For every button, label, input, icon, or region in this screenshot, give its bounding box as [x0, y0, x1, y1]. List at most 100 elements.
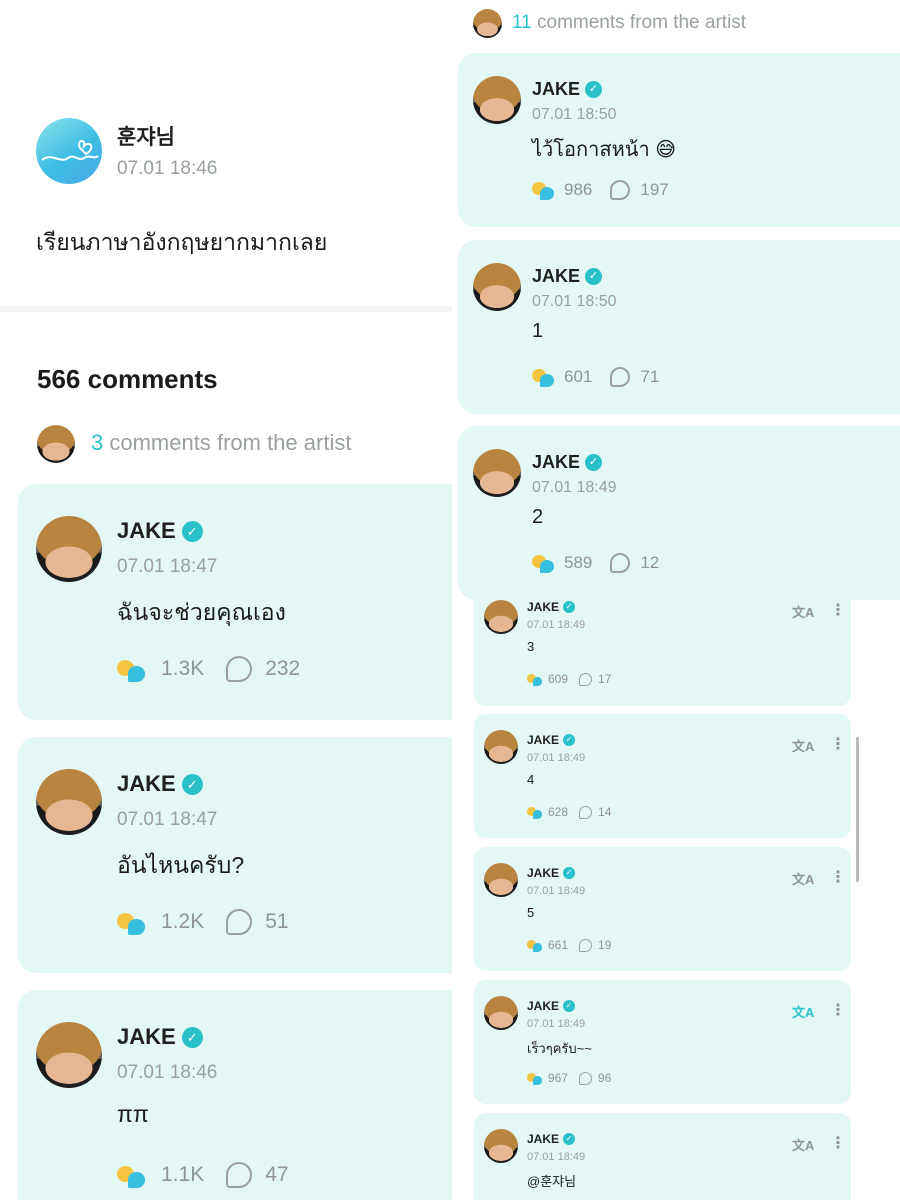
comment-time: 07.01 18:49 [532, 479, 617, 496]
comment-text: ไว้โอกาสหน้า 😅 [532, 139, 677, 161]
comment-author-name: JAKE [527, 1132, 560, 1146]
comment-author[interactable]: JAKE ✓ [532, 452, 603, 473]
comment-author[interactable]: JAKE ✓ [527, 866, 576, 880]
verified-icon: ✓ [563, 601, 576, 613]
reply-icon[interactable] [610, 179, 631, 200]
artist-avatar[interactable] [473, 263, 521, 311]
comment-author-name: JAKE [532, 79, 581, 99]
more-options-icon[interactable]: ⋮ [830, 734, 846, 754]
reply-icon[interactable] [579, 938, 593, 952]
artist-avatar[interactable] [484, 730, 518, 764]
comment-author[interactable]: JAKE ✓ [527, 999, 576, 1013]
artist-comments-label: comments from the artist [537, 12, 747, 33]
like-icon[interactable] [527, 805, 542, 819]
artist-avatar[interactable] [36, 769, 102, 835]
comment-card[interactable]: JAKE ✓ 07.01 18:49 2 589 12 [458, 426, 900, 600]
comment-author-name: JAKE [527, 733, 560, 747]
translate-icon[interactable]: 文A [792, 602, 814, 621]
like-icon[interactable] [527, 672, 542, 686]
comment-card[interactable]: JAKE ✓ 07.01 18:49 4 628 14 文A ⋮ [474, 714, 851, 838]
comment-author[interactable]: JAKE ✓ [117, 518, 203, 544]
reply-icon[interactable] [610, 552, 631, 573]
post-author-name[interactable]: 훈쟈님 [117, 121, 175, 151]
like-icon[interactable] [117, 909, 145, 936]
artist-avatar[interactable] [484, 1129, 518, 1163]
translate-icon[interactable]: 文A [792, 1002, 814, 1021]
artist-comments-link[interactable]: 11 comments from the artist [512, 12, 746, 34]
reply-count: 71 [640, 366, 660, 386]
reply-count: 96 [598, 1071, 612, 1085]
reply-icon[interactable] [226, 656, 253, 682]
artist-avatar[interactable] [484, 863, 518, 897]
artist-comments-link[interactable]: 3 comments from the artist [91, 430, 351, 456]
comment-author[interactable]: JAKE ✓ [532, 266, 603, 287]
comment-card[interactable]: JAKE ✓ 07.01 18:49 @훈쟈님 文A ⋮ [474, 1113, 851, 1200]
comment-card[interactable]: JAKE ✓ 07.01 18:49 3 609 17 文A ⋮ [474, 600, 851, 706]
like-icon[interactable] [527, 938, 542, 952]
more-options-icon[interactable]: ⋮ [830, 1133, 846, 1153]
verified-icon: ✓ [181, 1026, 203, 1048]
scrollbar[interactable] [856, 737, 859, 882]
translate-icon[interactable]: 文A [792, 869, 814, 888]
like-count: 609 [548, 672, 569, 686]
more-options-icon[interactable]: ⋮ [830, 600, 846, 620]
reply-icon[interactable] [579, 672, 593, 686]
like-count: 1.3K [161, 657, 205, 680]
translate-icon[interactable]: 文A [792, 1135, 814, 1154]
artist-avatar[interactable] [36, 1022, 102, 1088]
like-icon[interactable] [527, 1071, 542, 1085]
like-icon[interactable] [117, 1162, 145, 1189]
verified-icon: ✓ [181, 520, 203, 542]
comment-author[interactable]: JAKE ✓ [527, 600, 576, 614]
reply-icon[interactable] [579, 1071, 593, 1085]
comment-author[interactable]: JAKE ✓ [117, 771, 203, 797]
like-count: 1.1K [161, 1163, 205, 1186]
like-icon[interactable] [532, 179, 554, 200]
comment-author[interactable]: JAKE ✓ [527, 733, 576, 747]
verified-icon: ✓ [563, 734, 576, 746]
comment-author-name: JAKE [532, 452, 581, 472]
comment-author[interactable]: JAKE ✓ [527, 1132, 576, 1146]
artist-comments-label: comments from the artist [109, 430, 352, 455]
artist-avatar[interactable] [484, 600, 518, 634]
like-icon[interactable] [117, 656, 145, 683]
artist-avatar[interactable] [36, 516, 102, 582]
comment-stats: 1.2K 51 [117, 909, 289, 936]
comment-card[interactable]: JAKE ✓ 07.01 18:50 ไว้โอกาสหน้า 😅 986 19… [458, 53, 900, 227]
like-icon[interactable] [532, 366, 554, 387]
comment-author[interactable]: JAKE ✓ [532, 79, 603, 100]
reply-icon[interactable] [579, 805, 593, 819]
reply-count: 19 [598, 938, 612, 952]
left-screenshot-panel: 훈쟈님 07.01 18:46 เรียนภาษาอังกฤษยากมากเลย… [0, 0, 452, 1200]
artist-avatar[interactable] [473, 449, 521, 497]
like-count: 628 [548, 805, 569, 819]
comment-card[interactable]: JAKE ✓ 07.01 18:49 5 661 19 文A ⋮ [474, 847, 851, 971]
post-author-avatar[interactable] [36, 118, 102, 184]
comment-card[interactable]: JAKE ✓ 07.01 18:50 1 601 71 [458, 240, 900, 414]
comment-text: 1 [532, 320, 544, 342]
more-options-icon[interactable]: ⋮ [830, 867, 846, 887]
like-count: 601 [564, 366, 593, 386]
comment-text: เร็วๆครับ~~ [527, 1041, 592, 1056]
comment-author-name: JAKE [527, 866, 560, 880]
comment-card[interactable]: JAKE ✓ 07.01 18:46 ππ 1.1K 47 [18, 990, 452, 1200]
comment-time: 07.01 18:47 [117, 556, 218, 577]
comment-card[interactable]: JAKE ✓ 07.01 18:49 เร็วๆครับ~~ 967 96 文A… [474, 980, 851, 1104]
comment-text: 3 [527, 639, 535, 654]
artist-avatar[interactable] [473, 76, 521, 124]
reply-icon[interactable] [610, 366, 631, 387]
comment-stats: 601 71 [532, 366, 659, 387]
comment-time: 07.01 18:49 [527, 885, 586, 897]
reply-icon[interactable] [226, 1162, 253, 1188]
like-icon[interactable] [532, 552, 554, 573]
more-options-icon[interactable]: ⋮ [830, 1000, 846, 1020]
artist-avatar[interactable] [484, 996, 518, 1030]
comment-time: 07.01 18:49 [527, 1151, 586, 1163]
reply-icon[interactable] [226, 909, 253, 935]
translate-icon[interactable]: 文A [792, 736, 814, 755]
verified-icon: ✓ [181, 773, 203, 795]
comment-card[interactable]: JAKE ✓ 07.01 18:47 ฉันจะช่วยคุณเอง 1.3K … [18, 484, 452, 720]
comment-author[interactable]: JAKE ✓ [117, 1024, 203, 1050]
comment-card[interactable]: JAKE ✓ 07.01 18:47 อันไหนครับ? 1.2K 51 [18, 737, 452, 973]
like-count: 986 [564, 179, 593, 199]
